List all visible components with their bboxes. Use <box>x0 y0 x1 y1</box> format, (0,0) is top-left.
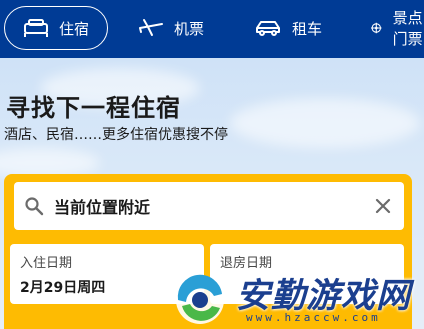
cloud-decoration <box>230 98 420 148</box>
tab-flights[interactable]: 机票 <box>138 6 204 50</box>
attraction-icon <box>371 22 382 34</box>
destination-value: 当前位置附近 <box>54 198 151 217</box>
checkin-label: 入住日期 <box>20 256 73 271</box>
tab-attractions[interactable]: 景点门票 <box>370 6 424 50</box>
tab-attractions-label: 景点门票 <box>392 9 423 48</box>
plane-icon <box>139 19 163 36</box>
bed-icon <box>24 19 48 37</box>
close-icon[interactable] <box>374 197 392 215</box>
tab-stays[interactable]: 住宿 <box>4 6 109 50</box>
checkin-value: 2月29日周四 <box>20 280 106 296</box>
page-title: 寻找下一程住宿 <box>6 94 181 122</box>
watermark-text: 安勤游戏网 <box>236 276 411 316</box>
tab-car-rental[interactable]: 租车 <box>254 6 322 50</box>
tab-stays-label: 住宿 <box>59 19 90 38</box>
watermark-logo-icon <box>176 274 224 324</box>
tab-flights-label: 机票 <box>174 19 205 38</box>
search-icon <box>25 197 44 216</box>
car-icon <box>256 21 280 36</box>
top-nav: 住宿 机票 租车 景点门票 <box>0 0 424 58</box>
watermark-url: www.hzaccw.com <box>246 311 381 324</box>
tab-car-rental-label: 租车 <box>292 19 323 38</box>
page-subtitle: 酒店、民宿……更多住宿优惠搜不停 <box>4 127 228 143</box>
destination-field[interactable]: 当前位置附近 <box>14 182 404 230</box>
